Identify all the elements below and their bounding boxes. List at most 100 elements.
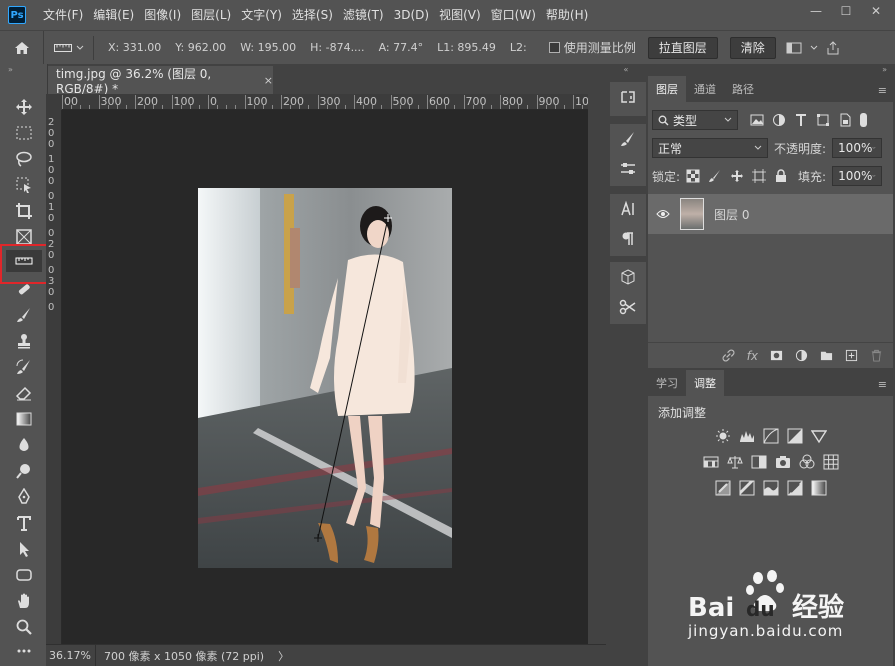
expand-dock-icon[interactable]: «: [606, 64, 646, 76]
brush-tool[interactable]: [6, 304, 42, 326]
document-tab[interactable]: timg.jpg @ 36.2% (图层 0, RGB/8#) * ×: [48, 66, 273, 96]
healing-brush-tool[interactable]: [6, 278, 42, 300]
color-balance-icon[interactable]: [726, 453, 744, 471]
image-filter-icon[interactable]: [750, 113, 764, 127]
close-tab-icon[interactable]: ×: [264, 74, 273, 87]
layer-filter-select[interactable]: 类型: [652, 110, 738, 130]
lock-position-icon[interactable]: [730, 169, 744, 183]
tool-presets-button[interactable]: [610, 292, 646, 322]
document-image[interactable]: [198, 188, 452, 568]
stamp-tool[interactable]: [6, 330, 42, 352]
type-tool[interactable]: [6, 512, 42, 534]
horizontal-ruler[interactable]: 00 300 200 100 0 100 200 300 400 500 600 700 800 900 1…: [62, 94, 588, 110]
channel-mixer-icon[interactable]: [798, 453, 816, 471]
use-measurement-scale-checkbox[interactable]: 使用测量比例: [548, 39, 636, 56]
tool-preset-picker[interactable]: [44, 35, 94, 60]
chevron-down-icon[interactable]: [810, 45, 818, 51]
menu-help[interactable]: 帮助(H): [541, 0, 593, 30]
layer-row[interactable]: 图层 0: [648, 194, 893, 234]
object-select-tool[interactable]: [6, 174, 42, 196]
collapse-panels-icon[interactable]: »: [646, 64, 895, 76]
opacity-input[interactable]: 100%: [832, 138, 883, 158]
adjustment-layer-icon[interactable]: [795, 349, 808, 362]
layer-thumbnail[interactable]: [680, 198, 704, 230]
tab-channels[interactable]: 通道: [686, 76, 724, 102]
lock-transparent-icon[interactable]: [686, 169, 700, 183]
dodge-tool[interactable]: [6, 460, 42, 482]
brightness-contrast-icon[interactable]: [714, 427, 732, 445]
workspace-icon[interactable]: [786, 41, 802, 55]
photo-filter-icon[interactable]: [774, 453, 792, 471]
share-icon[interactable]: [826, 40, 840, 55]
vertical-ruler[interactable]: 2001000100200300: [46, 110, 62, 644]
blend-mode-select[interactable]: 正常: [652, 138, 768, 158]
invert-icon[interactable]: [714, 479, 732, 497]
zoom-tool[interactable]: [6, 616, 42, 638]
restore-button[interactable]: ☐: [831, 0, 861, 22]
trash-icon[interactable]: [870, 349, 883, 362]
collapse-toolbar-icon[interactable]: »: [0, 64, 47, 76]
vertical-scrollbar[interactable]: [588, 94, 606, 644]
threshold-icon[interactable]: [762, 479, 780, 497]
checkbox-box[interactable]: [548, 42, 560, 53]
adjustment-filter-icon[interactable]: [772, 113, 786, 127]
menu-layer[interactable]: 图层(L): [186, 0, 236, 30]
mask-icon[interactable]: [770, 349, 783, 362]
type-filter-icon[interactable]: [794, 113, 808, 127]
path-select-tool[interactable]: [6, 538, 42, 560]
tab-adjustments[interactable]: 调整: [686, 370, 724, 396]
close-button[interactable]: ✕: [861, 0, 891, 22]
curves-icon[interactable]: [762, 427, 780, 445]
color-lookup-icon[interactable]: [822, 453, 840, 471]
gradient-tool[interactable]: [6, 408, 42, 430]
home-button[interactable]: [0, 30, 44, 65]
character-panel-button[interactable]: [610, 194, 646, 224]
smart-object-filter-icon[interactable]: [838, 113, 852, 127]
history-brush-tool[interactable]: [6, 356, 42, 378]
folder-icon[interactable]: [820, 349, 833, 362]
lock-pixels-icon[interactable]: [708, 169, 722, 183]
fx-icon[interactable]: fx: [747, 349, 758, 363]
paragraph-panel-button[interactable]: [610, 224, 646, 254]
move-tool[interactable]: [6, 96, 42, 118]
menu-edit[interactable]: 编辑(E): [88, 0, 139, 30]
straighten-layer-button[interactable]: 拉直图层: [647, 36, 718, 59]
eye-icon[interactable]: [656, 209, 670, 219]
gradient-map-icon[interactable]: [810, 479, 828, 497]
eraser-tool[interactable]: [6, 382, 42, 404]
lasso-tool[interactable]: [6, 148, 42, 170]
filter-toggle[interactable]: [860, 113, 867, 127]
brush-settings-button[interactable]: [610, 154, 646, 184]
posterize-icon[interactable]: [738, 479, 756, 497]
rectangle-tool[interactable]: [6, 564, 42, 586]
tab-paths[interactable]: 路径: [724, 76, 762, 102]
status-menu-icon[interactable]: 〉: [278, 648, 289, 664]
menu-3d[interactable]: 3D(D): [389, 0, 434, 30]
panel-menu-icon[interactable]: ≡: [878, 378, 887, 391]
menu-image[interactable]: 图像(I): [139, 0, 186, 30]
menu-window[interactable]: 窗口(W): [486, 0, 541, 30]
menu-select[interactable]: 选择(S): [287, 0, 338, 30]
tab-learn[interactable]: 学习: [648, 370, 686, 396]
link-icon[interactable]: [722, 349, 735, 362]
minimize-button[interactable]: —: [801, 0, 831, 22]
marquee-tool[interactable]: [6, 122, 42, 144]
new-layer-icon[interactable]: [845, 349, 858, 362]
fill-input[interactable]: 100%: [832, 166, 883, 186]
blur-tool[interactable]: [6, 434, 42, 456]
more-tools[interactable]: [6, 640, 42, 662]
layer-name[interactable]: 图层 0: [714, 206, 749, 223]
hand-tool[interactable]: [6, 590, 42, 612]
ruler-corner[interactable]: [46, 94, 62, 110]
menu-file[interactable]: 文件(F): [38, 0, 88, 30]
pen-tool[interactable]: [6, 486, 42, 508]
panel-menu-icon[interactable]: ≡: [878, 84, 887, 97]
zoom-level[interactable]: 36.17%: [46, 644, 96, 666]
vibrance-icon[interactable]: [810, 427, 828, 445]
brushes-panel-button[interactable]: [610, 124, 646, 154]
3d-panel-button[interactable]: [610, 262, 646, 292]
menu-filter[interactable]: 滤镜(T): [338, 0, 389, 30]
tab-layers[interactable]: 图层: [648, 76, 686, 102]
hue-saturation-icon[interactable]: [702, 453, 720, 471]
exposure-icon[interactable]: [786, 427, 804, 445]
